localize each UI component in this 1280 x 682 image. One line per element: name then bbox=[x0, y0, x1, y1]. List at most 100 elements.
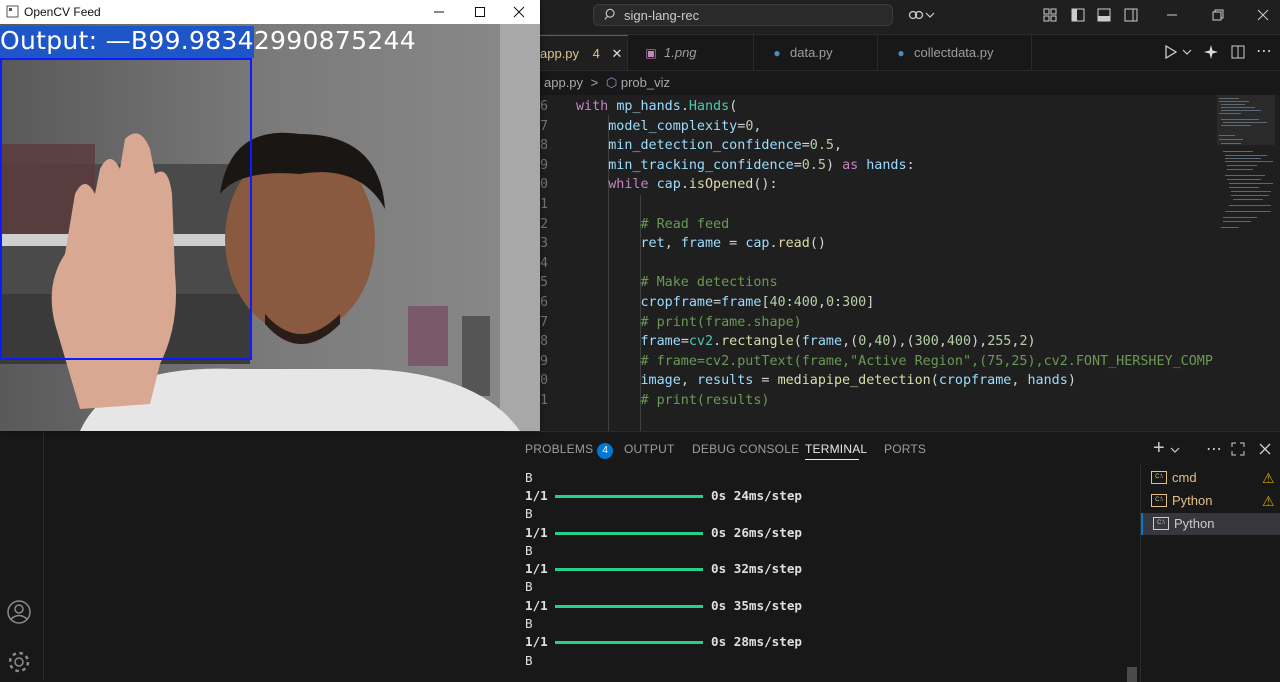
warning-icon: ⚠ bbox=[1262, 493, 1275, 509]
breadcrumb-file[interactable]: app.py bbox=[544, 75, 583, 90]
progress-time: 0s 28ms/step bbox=[711, 634, 802, 649]
python-icon: ● bbox=[773, 46, 781, 60]
command-center-search[interactable]: sign-lang-rec bbox=[593, 4, 893, 26]
progress-step: 1/1 bbox=[525, 598, 548, 613]
code-line: # Make detections bbox=[640, 275, 778, 290]
terminal-text: B bbox=[525, 470, 533, 485]
accounts-icon[interactable] bbox=[6, 599, 32, 625]
code-line: while cap.isOpened(): bbox=[608, 177, 778, 192]
terminal-line: B bbox=[525, 578, 533, 596]
tab-1-png[interactable]: ▣ 1.png bbox=[628, 35, 754, 70]
progress-time: 0s 35ms/step bbox=[711, 598, 802, 613]
line-number: 1 bbox=[540, 393, 548, 408]
terminal-item-python-active[interactable]: C:\ Python bbox=[1141, 513, 1280, 535]
code-editor[interactable]: 6 with mp_hands.Hands( 7 model_complexity… bbox=[540, 95, 1213, 431]
tab-app-py[interactable]: app.py 4 ✕ bbox=[540, 35, 628, 70]
terminal-line: B bbox=[525, 469, 533, 487]
progress-step: 1/1 bbox=[525, 488, 548, 503]
editor-tab-bar: app.py 4 ✕ ▣ 1.png ● data.py ● collectdata.… bbox=[540, 35, 1280, 71]
minimize-icon[interactable] bbox=[433, 6, 445, 18]
progress-bar bbox=[555, 641, 703, 644]
tab-label: 1.png bbox=[664, 45, 697, 60]
activity-bar bbox=[0, 431, 44, 681]
chevron-down-icon[interactable] bbox=[1170, 445, 1180, 455]
minimize-icon[interactable] bbox=[1164, 7, 1180, 23]
gear-icon[interactable] bbox=[6, 649, 32, 675]
terminal-list: C:\ cmd ⚠ C:\ Python ⚠ C:\ Python bbox=[1127, 463, 1280, 682]
terminal-scrollbar[interactable] bbox=[1127, 667, 1137, 682]
tab-data-py[interactable]: ● data.py bbox=[754, 35, 878, 70]
tab-ports[interactable]: PORTS bbox=[884, 442, 926, 456]
restore-icon[interactable] bbox=[1210, 7, 1226, 23]
copilot-icon[interactable] bbox=[908, 7, 924, 23]
maximize-panel-icon[interactable] bbox=[1231, 442, 1245, 456]
line-number: 4 bbox=[540, 256, 548, 271]
code-line: # print(results) bbox=[640, 393, 770, 408]
minimap[interactable] bbox=[1213, 95, 1280, 431]
terminal-icon: C:\ bbox=[1151, 494, 1167, 507]
search-icon bbox=[604, 8, 615, 20]
progress-time: 0s 24ms/step bbox=[711, 488, 802, 503]
toggle-panel-icon[interactable] bbox=[1096, 7, 1112, 23]
line-number: 2 bbox=[540, 217, 548, 232]
toggle-secondary-sidebar-icon[interactable] bbox=[1123, 7, 1139, 23]
code-line: image, results = mediapipe_detection(cro… bbox=[640, 373, 1076, 388]
line-number: 0 bbox=[540, 177, 548, 192]
line-number: 8 bbox=[540, 334, 548, 349]
terminal-item-python[interactable]: C:\ Python ⚠ bbox=[1141, 490, 1280, 512]
problems-count-badge: 4 bbox=[597, 443, 614, 459]
bottom-panel: PROBLEMS 4 OUTPUT DEBUG CONSOLE TERMINAL … bbox=[505, 431, 1280, 682]
terminal-name: cmd bbox=[1172, 470, 1197, 485]
maximize-icon[interactable] bbox=[474, 6, 486, 18]
tab-label: collectdata.py bbox=[914, 45, 994, 60]
code-line: cropframe=frame[40:400,0:300] bbox=[640, 295, 875, 310]
opencv-window-title: OpenCV Feed bbox=[24, 5, 101, 19]
line-number: 1 bbox=[540, 197, 548, 212]
close-icon[interactable] bbox=[1255, 7, 1271, 23]
progress-step: 1/1 bbox=[525, 634, 548, 649]
run-python-file-icon[interactable] bbox=[1164, 45, 1178, 59]
close-icon[interactable]: ✕ bbox=[612, 46, 623, 61]
terminal-text: B bbox=[525, 653, 533, 668]
terminal-icon: C:\ bbox=[1153, 517, 1169, 530]
split-editor-icon[interactable] bbox=[1230, 44, 1246, 60]
terminal-text: B bbox=[525, 506, 533, 521]
more-actions-icon[interactable]: ⋯ bbox=[1206, 439, 1222, 459]
more-actions-icon[interactable]: ⋯ bbox=[1256, 41, 1272, 61]
terminal-output[interactable]: B 1/1 0s 24ms/step B 1/1 0s 26ms/step B 1/… bbox=[525, 469, 1125, 679]
terminal-text: B bbox=[525, 579, 533, 594]
code-line: # print(frame.shape) bbox=[640, 315, 802, 330]
tab-problems[interactable]: PROBLEMS 4 bbox=[525, 442, 614, 459]
minimap-preview bbox=[1217, 95, 1275, 228]
terminal-line: B bbox=[525, 652, 533, 670]
tab-debug-console[interactable]: DEBUG CONSOLE bbox=[692, 442, 799, 456]
opencv-window[interactable]: OpenCV Feed Output: —B99.98342990875244 bbox=[0, 0, 540, 431]
line-number: 6 bbox=[540, 295, 548, 310]
terminal-name: Python bbox=[1174, 516, 1215, 531]
progress-bar bbox=[555, 568, 703, 571]
toggle-primary-sidebar-icon[interactable] bbox=[1070, 7, 1086, 23]
close-panel-icon[interactable] bbox=[1258, 442, 1272, 456]
breadcrumb-symbol[interactable]: prob_viz bbox=[621, 75, 670, 90]
tab-output[interactable]: OUTPUT bbox=[624, 442, 675, 456]
terminal-line: B bbox=[525, 505, 533, 523]
code-line: min_tracking_confidence=0.5) as hands: bbox=[608, 158, 915, 173]
opencv-titlebar[interactable]: OpenCV Feed bbox=[0, 0, 540, 24]
new-terminal-icon[interactable]: + bbox=[1153, 437, 1165, 460]
chevron-down-icon[interactable] bbox=[925, 7, 935, 23]
terminal-item-cmd[interactable]: C:\ cmd ⚠ bbox=[1141, 467, 1280, 489]
tab-collectdata-py[interactable]: ● collectdata.py bbox=[878, 35, 1032, 70]
tab-terminal[interactable]: TERMINAL bbox=[805, 442, 867, 456]
terminal-line: B bbox=[525, 615, 533, 633]
terminal-progress-line: 1/1 0s 26ms/step bbox=[525, 524, 802, 542]
close-icon[interactable] bbox=[513, 6, 525, 18]
breadcrumb: app.py > ⬡ prob_viz bbox=[544, 72, 670, 94]
image-icon: ▣ bbox=[645, 46, 657, 60]
customize-layout-icon[interactable] bbox=[1042, 7, 1058, 23]
line-number: 9 bbox=[540, 354, 548, 369]
sparkle-icon[interactable] bbox=[1203, 44, 1219, 60]
breadcrumb-separator: > bbox=[590, 75, 599, 90]
line-number: 0 bbox=[540, 373, 548, 388]
line-number: 7 bbox=[540, 315, 548, 330]
chevron-down-icon[interactable] bbox=[1182, 47, 1192, 57]
